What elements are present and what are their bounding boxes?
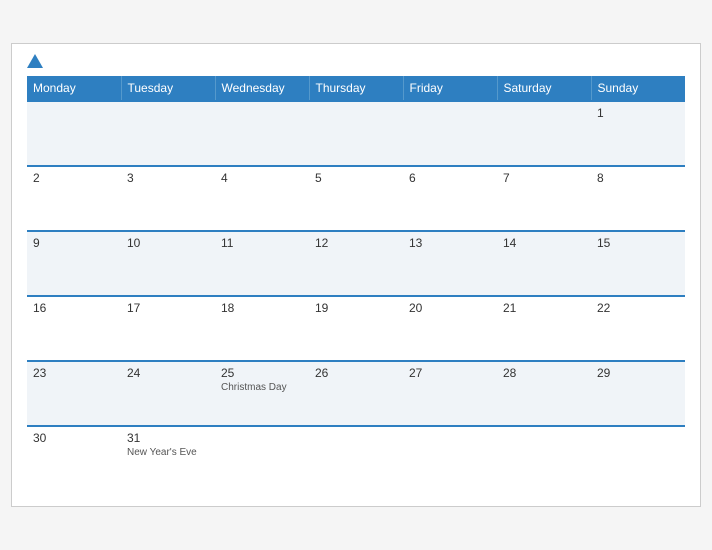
day-number: 13 — [409, 236, 491, 250]
calendar-cell — [591, 426, 685, 491]
calendar-cell: 16 — [27, 296, 121, 361]
calendar-cell — [215, 101, 309, 166]
calendar-cell: 18 — [215, 296, 309, 361]
calendar-cell: 7 — [497, 166, 591, 231]
day-number: 23 — [33, 366, 115, 380]
calendar-cell — [121, 101, 215, 166]
calendar-cell: 19 — [309, 296, 403, 361]
calendar-week-row: 16 17 18 19 20 21 22 — [27, 296, 685, 361]
calendar-cell: 21 — [497, 296, 591, 361]
calendar-page: MondayTuesdayWednesdayThursdayFridaySatu… — [11, 43, 701, 507]
day-number: 18 — [221, 301, 303, 315]
calendar-cell: 2 — [27, 166, 121, 231]
weekday-header-thursday: Thursday — [309, 76, 403, 101]
weekday-header-sunday: Sunday — [591, 76, 685, 101]
logo-blue-row — [27, 54, 45, 68]
day-number: 24 — [127, 366, 209, 380]
day-number: 14 — [503, 236, 585, 250]
calendar-cell: 9 — [27, 231, 121, 296]
day-number: 22 — [597, 301, 679, 315]
calendar-cell — [309, 101, 403, 166]
calendar-cell — [403, 101, 497, 166]
holiday-label: New Year's Eve — [127, 447, 209, 458]
weekday-header-row: MondayTuesdayWednesdayThursdayFridaySatu… — [27, 76, 685, 101]
day-number: 3 — [127, 171, 209, 185]
weekday-header-friday: Friday — [403, 76, 497, 101]
day-number: 28 — [503, 366, 585, 380]
day-number: 10 — [127, 236, 209, 250]
calendar-cell: 6 — [403, 166, 497, 231]
day-number: 31 — [127, 431, 209, 445]
day-number: 2 — [33, 171, 115, 185]
calendar-cell: 12 — [309, 231, 403, 296]
calendar-week-row: 30 31 New Year's Eve — [27, 426, 685, 491]
calendar-cell — [27, 101, 121, 166]
calendar-cell: 4 — [215, 166, 309, 231]
day-number: 15 — [597, 236, 679, 250]
day-number: 19 — [315, 301, 397, 315]
calendar-cell — [215, 426, 309, 491]
logo-triangle-icon — [27, 54, 43, 68]
calendar-cell — [497, 426, 591, 491]
day-number: 17 — [127, 301, 209, 315]
weekday-header-tuesday: Tuesday — [121, 76, 215, 101]
weekday-header-monday: Monday — [27, 76, 121, 101]
calendar-cell — [403, 426, 497, 491]
day-number: 6 — [409, 171, 491, 185]
weekday-header-saturday: Saturday — [497, 76, 591, 101]
day-number: 27 — [409, 366, 491, 380]
calendar-cell: 17 — [121, 296, 215, 361]
calendar-cell: 3 — [121, 166, 215, 231]
calendar-cell: 30 — [27, 426, 121, 491]
day-number: 9 — [33, 236, 115, 250]
calendar-week-row: 1 — [27, 101, 685, 166]
calendar-cell: 31 New Year's Eve — [121, 426, 215, 491]
day-number: 20 — [409, 301, 491, 315]
day-number: 7 — [503, 171, 585, 185]
calendar-cell: 22 — [591, 296, 685, 361]
calendar-week-row: 9 10 11 12 13 14 15 — [27, 231, 685, 296]
calendar-cell: 13 — [403, 231, 497, 296]
day-number: 30 — [33, 431, 115, 445]
day-number: 26 — [315, 366, 397, 380]
day-number: 11 — [221, 236, 303, 250]
weekday-header-wednesday: Wednesday — [215, 76, 309, 101]
calendar-cell: 25 Christmas Day — [215, 361, 309, 426]
calendar-week-row: 23 24 25 Christmas Day 26 27 28 29 — [27, 361, 685, 426]
calendar-table: MondayTuesdayWednesdayThursdayFridaySatu… — [27, 76, 685, 491]
holiday-label: Christmas Day — [221, 382, 303, 393]
calendar-header: MondayTuesdayWednesdayThursdayFridaySatu… — [27, 76, 685, 101]
calendar-cell: 14 — [497, 231, 591, 296]
calendar-cell: 29 — [591, 361, 685, 426]
calendar-cell: 8 — [591, 166, 685, 231]
day-number: 21 — [503, 301, 585, 315]
calendar-cell: 28 — [497, 361, 591, 426]
calendar-cell: 15 — [591, 231, 685, 296]
calendar-cell: 20 — [403, 296, 497, 361]
day-number: 16 — [33, 301, 115, 315]
day-number: 25 — [221, 366, 303, 380]
calendar-cell: 24 — [121, 361, 215, 426]
calendar-cell: 5 — [309, 166, 403, 231]
calendar-cell: 23 — [27, 361, 121, 426]
calendar-cell: 11 — [215, 231, 309, 296]
calendar-cell: 1 — [591, 101, 685, 166]
day-number: 5 — [315, 171, 397, 185]
calendar-cell: 26 — [309, 361, 403, 426]
day-number: 1 — [597, 106, 679, 120]
day-number: 8 — [597, 171, 679, 185]
day-number: 29 — [597, 366, 679, 380]
calendar-cell: 27 — [403, 361, 497, 426]
calendar-cell — [497, 101, 591, 166]
calendar-cell: 10 — [121, 231, 215, 296]
day-number: 12 — [315, 236, 397, 250]
calendar-body: 1234567891011121314151617181920212223242… — [27, 101, 685, 491]
header — [27, 54, 685, 68]
calendar-week-row: 2345678 — [27, 166, 685, 231]
logo — [27, 54, 45, 68]
calendar-cell — [309, 426, 403, 491]
day-number: 4 — [221, 171, 303, 185]
